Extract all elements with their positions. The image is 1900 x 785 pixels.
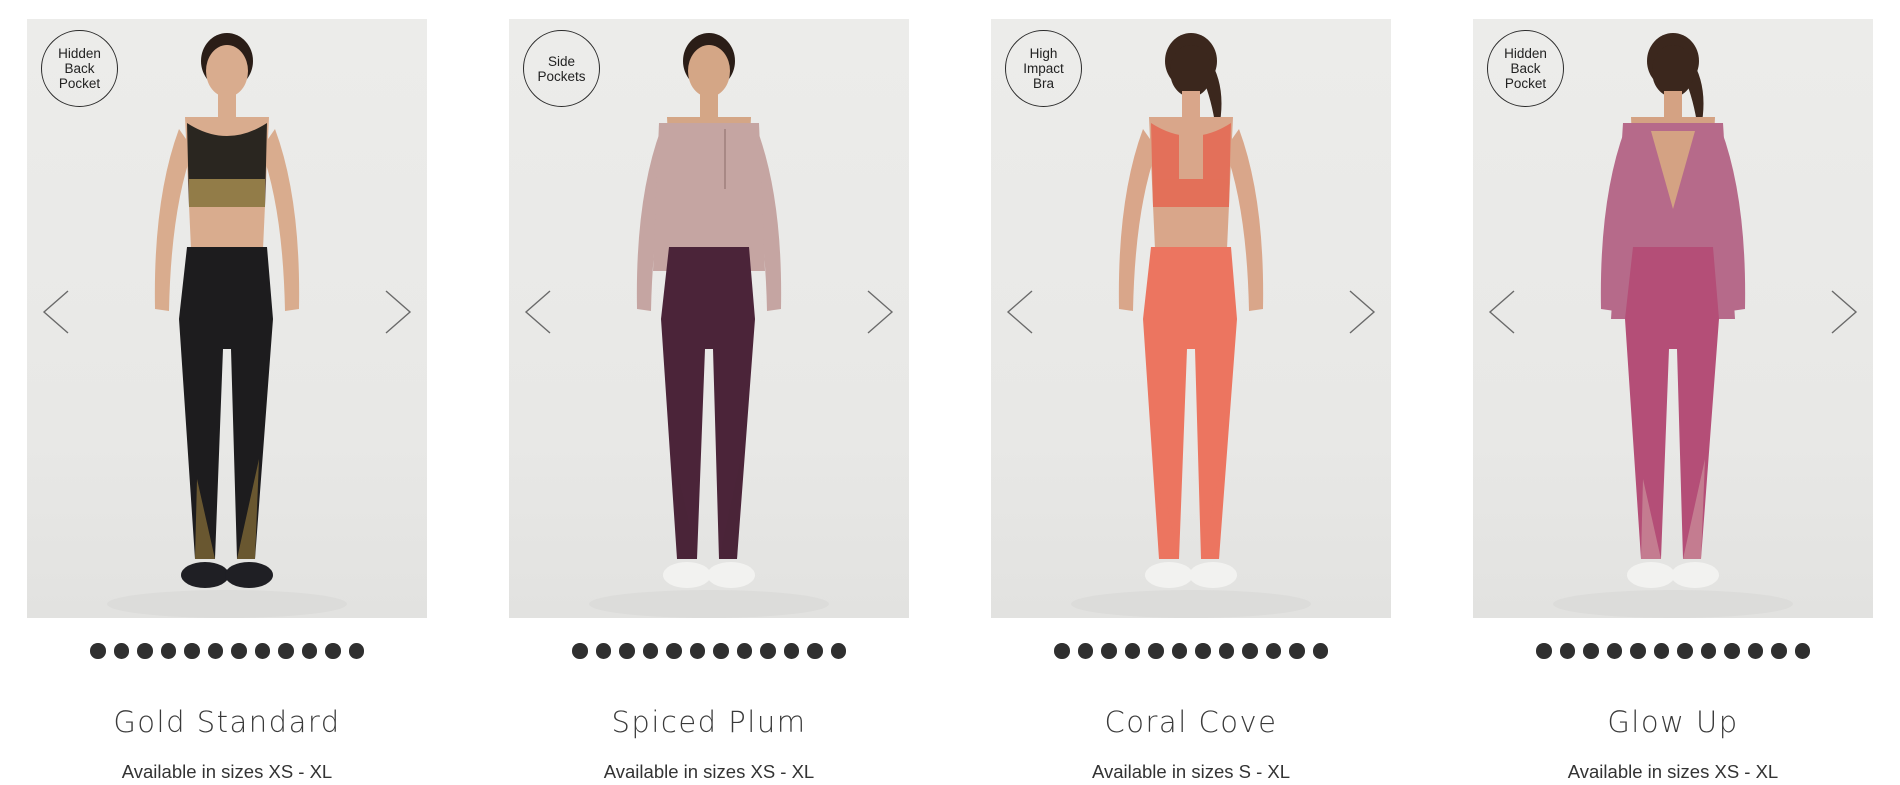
feature-badge: High Impact Bra: [1005, 30, 1082, 107]
pagination-dot[interactable]: [1771, 643, 1787, 659]
pagination-dot[interactable]: [1218, 643, 1234, 659]
next-image-button[interactable]: [1347, 289, 1377, 335]
pagination-dot[interactable]: [184, 643, 200, 659]
product-grid: Hidden Back Pocket Gold Standard Availab…: [0, 0, 1900, 785]
pagination-dot[interactable]: [231, 643, 247, 659]
model-figure: [1553, 33, 1793, 618]
product-image[interactable]: Hidden Back Pocket: [27, 19, 427, 618]
pagination-dot[interactable]: [1677, 643, 1693, 659]
product-image[interactable]: Side Pockets: [509, 19, 909, 618]
pagination-dot[interactable]: [1101, 643, 1117, 659]
pagination-dot[interactable]: [713, 643, 729, 659]
pagination-dot[interactable]: [254, 643, 270, 659]
pagination-dot[interactable]: [1747, 643, 1763, 659]
product-image[interactable]: Hidden Back Pocket: [1473, 19, 1873, 618]
next-image-button[interactable]: [383, 289, 413, 335]
prev-image-button[interactable]: [1487, 289, 1517, 335]
pagination-dot[interactable]: [113, 643, 129, 659]
image-pagination: [991, 643, 1391, 659]
chevron-right-icon: [867, 290, 894, 334]
pagination-dot[interactable]: [1077, 643, 1093, 659]
pagination-dot[interactable]: [830, 643, 846, 659]
chevron-right-icon: [1831, 290, 1858, 334]
image-pagination: [27, 643, 427, 659]
pagination-dot[interactable]: [1794, 643, 1810, 659]
prev-image-button[interactable]: [1005, 289, 1035, 335]
pagination-dot[interactable]: [619, 643, 635, 659]
pagination-dot[interactable]: [1724, 643, 1740, 659]
pagination-dot[interactable]: [736, 643, 752, 659]
chevron-left-icon: [1488, 290, 1515, 334]
next-image-button[interactable]: [865, 289, 895, 335]
pagination-dot[interactable]: [1630, 643, 1646, 659]
pagination-dot[interactable]: [1124, 643, 1140, 659]
pagination-dot[interactable]: [90, 643, 106, 659]
product-name[interactable]: Coral Cove: [991, 705, 1391, 739]
model-figure: [107, 33, 347, 618]
pagination-dot[interactable]: [1536, 643, 1552, 659]
feature-badge: Side Pockets: [523, 30, 600, 107]
product-card: High Impact Bra Coral Cove Available in …: [991, 19, 1391, 782]
pagination-dot[interactable]: [1265, 643, 1281, 659]
pagination-dot[interactable]: [595, 643, 611, 659]
pagination-dot[interactable]: [1700, 643, 1716, 659]
feature-badge: Hidden Back Pocket: [1487, 30, 1564, 107]
image-pagination: [509, 643, 909, 659]
pagination-dot[interactable]: [1653, 643, 1669, 659]
product-sizes: Available in sizes S - XL: [1091, 761, 1291, 782]
product-card: Side Pockets Spiced Plum Available in si…: [509, 19, 909, 782]
prev-image-button[interactable]: [41, 289, 71, 335]
product-card: Hidden Back Pocket Gold Standard Availab…: [27, 19, 427, 782]
pagination-dot[interactable]: [301, 643, 317, 659]
pagination-dot[interactable]: [325, 643, 341, 659]
pagination-dot[interactable]: [1559, 643, 1575, 659]
pagination-dot[interactable]: [760, 643, 776, 659]
product-sizes: Available in sizes XS - XL: [121, 761, 333, 782]
chevron-left-icon: [1006, 290, 1033, 334]
image-pagination: [1473, 643, 1873, 659]
chevron-right-icon: [385, 290, 412, 334]
pagination-dot[interactable]: [1312, 643, 1328, 659]
chevron-left-icon: [524, 290, 551, 334]
product-sizes: Available in sizes XS - XL: [1567, 761, 1779, 782]
product-card: Hidden Back Pocket Glow Up Available in …: [1473, 19, 1873, 782]
product-name[interactable]: Glow Up: [1473, 705, 1873, 739]
pagination-dot[interactable]: [348, 643, 364, 659]
pagination-dot[interactable]: [1583, 643, 1599, 659]
pagination-dot[interactable]: [1606, 643, 1622, 659]
pagination-dot[interactable]: [807, 643, 823, 659]
pagination-dot[interactable]: [1148, 643, 1164, 659]
pagination-dot[interactable]: [1242, 643, 1258, 659]
pagination-dot[interactable]: [666, 643, 682, 659]
product-image[interactable]: High Impact Bra: [991, 19, 1391, 618]
pagination-dot[interactable]: [642, 643, 658, 659]
product-name[interactable]: Spiced Plum: [509, 705, 909, 739]
chevron-left-icon: [42, 290, 69, 334]
pagination-dot[interactable]: [689, 643, 705, 659]
pagination-dot[interactable]: [572, 643, 588, 659]
next-image-button[interactable]: [1829, 289, 1859, 335]
feature-badge: Hidden Back Pocket: [41, 30, 118, 107]
pagination-dot[interactable]: [1171, 643, 1187, 659]
pagination-dot[interactable]: [278, 643, 294, 659]
pagination-dot[interactable]: [1289, 643, 1305, 659]
pagination-dot[interactable]: [137, 643, 153, 659]
pagination-dot[interactable]: [1054, 643, 1070, 659]
product-name[interactable]: Gold Standard: [27, 705, 427, 739]
prev-image-button[interactable]: [523, 289, 553, 335]
product-sizes: Available in sizes XS - XL: [603, 761, 815, 782]
model-figure: [1071, 33, 1311, 618]
model-figure: [589, 33, 829, 618]
pagination-dot[interactable]: [1195, 643, 1211, 659]
pagination-dot[interactable]: [160, 643, 176, 659]
pagination-dot[interactable]: [783, 643, 799, 659]
chevron-right-icon: [1349, 290, 1376, 334]
pagination-dot[interactable]: [207, 643, 223, 659]
